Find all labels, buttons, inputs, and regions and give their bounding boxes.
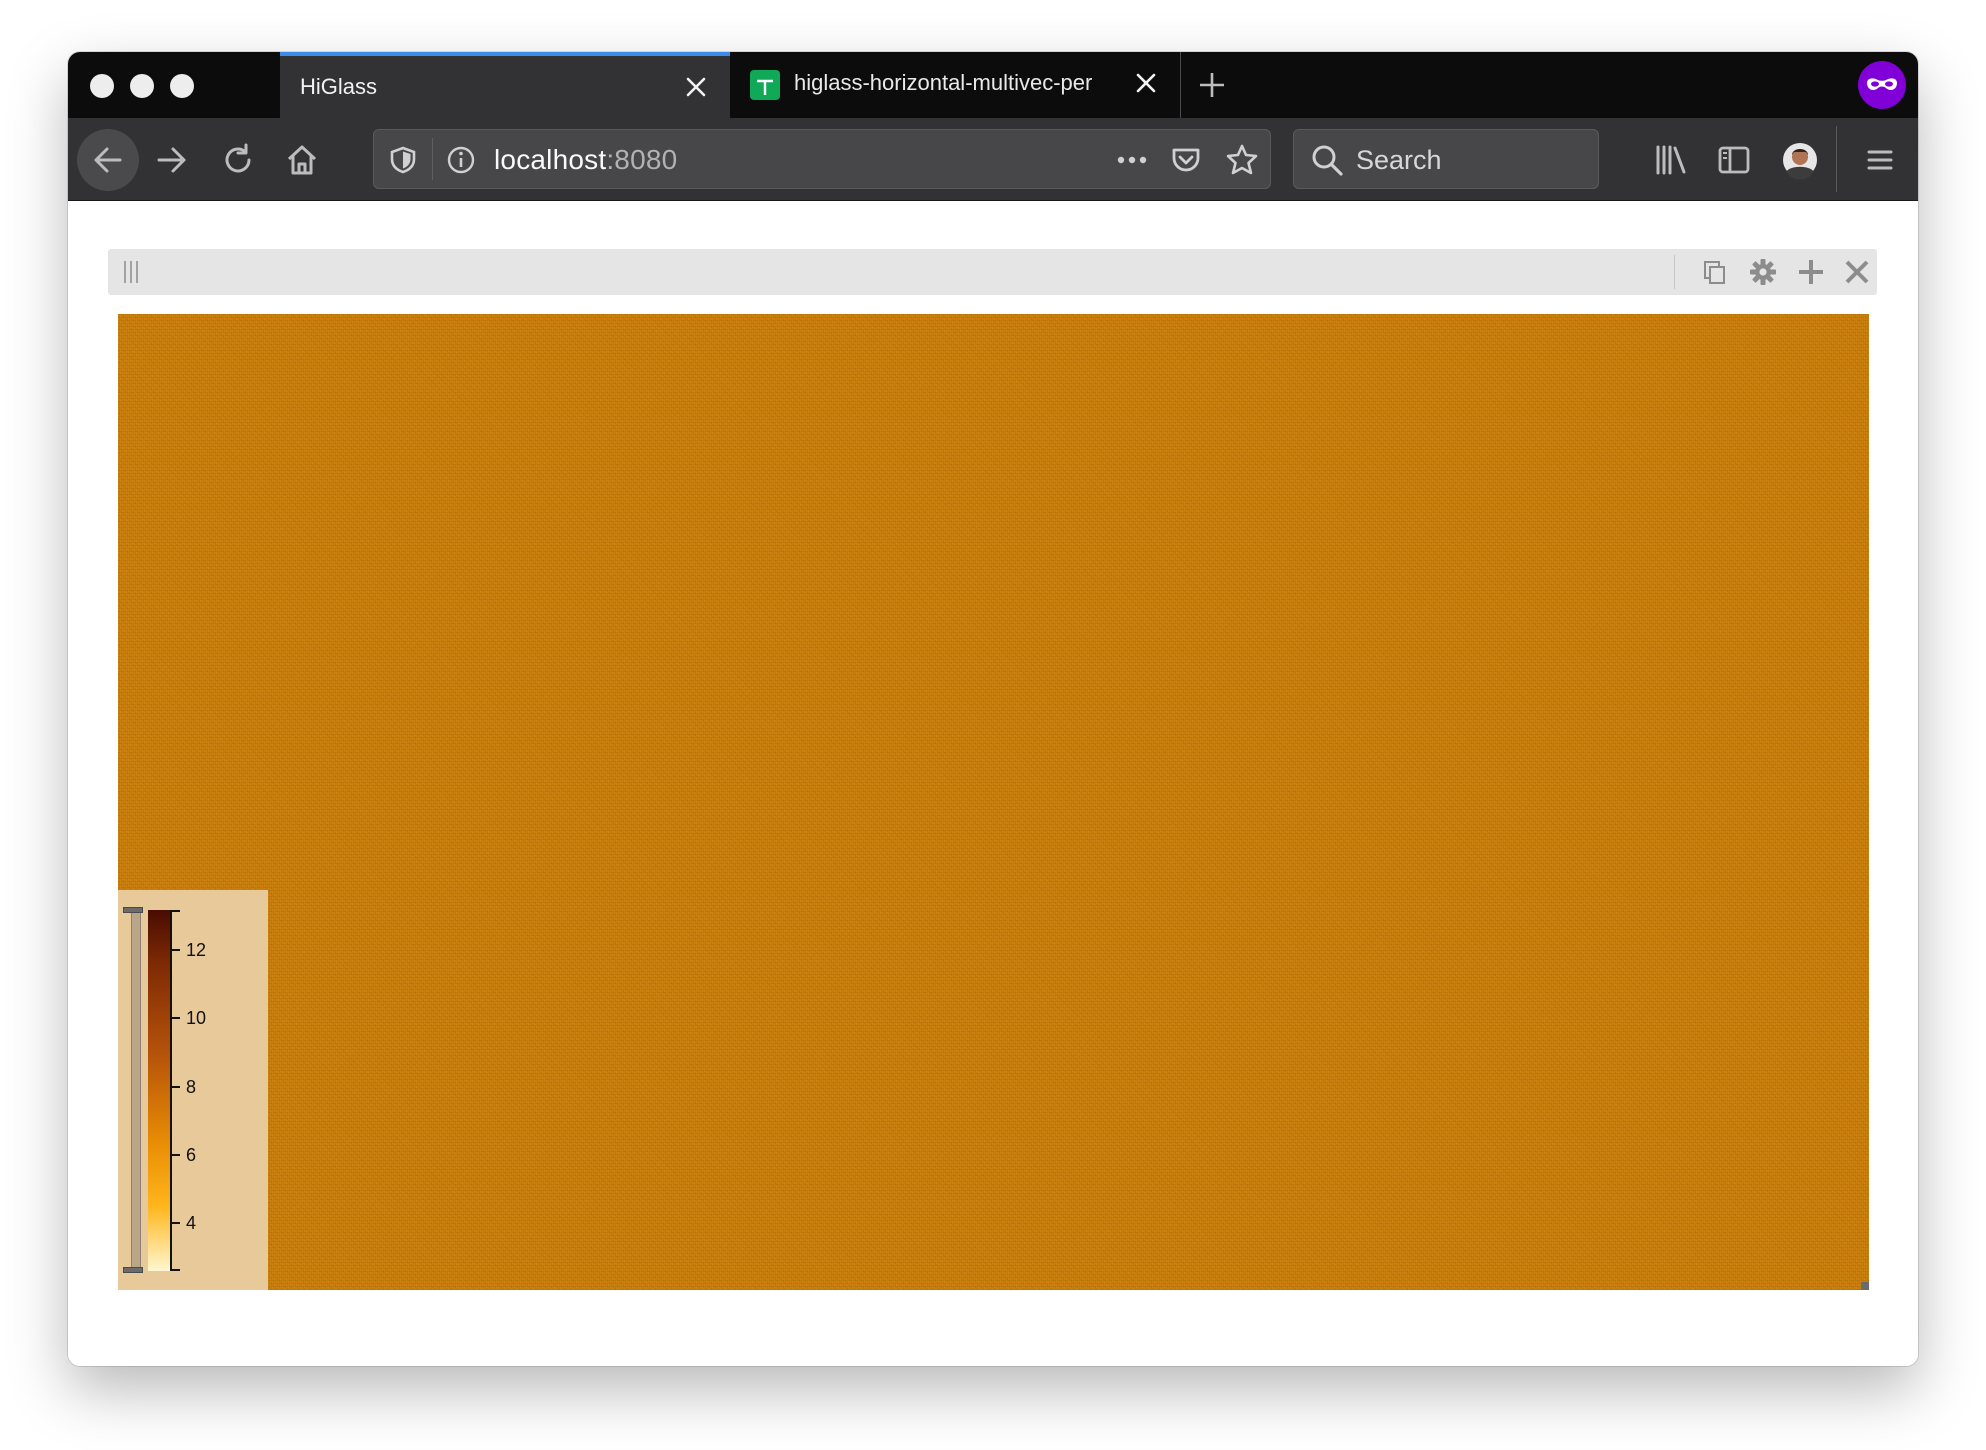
gear-icon[interactable] [1749,258,1777,286]
colorbar-tick [170,1269,180,1271]
colorbar-tick [170,1017,180,1019]
site-info-icon[interactable] [446,145,476,175]
colorbar-legend: 12 10 8 6 4 [118,890,268,1290]
multivec-heatmap-track[interactable]: 12 10 8 6 4 [118,314,1869,1290]
tab-separator [1180,52,1181,118]
copy-icon[interactable] [1702,259,1728,285]
tab-higlass[interactable]: HiGlass [280,52,730,118]
zoom-window-button[interactable] [170,74,194,98]
nav-toolbar: localhost:8080 Search [68,118,1918,201]
colorbar-max-handle[interactable] [123,907,143,913]
sidebar-toggle-icon[interactable] [1716,142,1752,178]
forward-icon[interactable] [154,142,190,178]
url-port: :8080 [606,144,678,175]
close-tab-icon[interactable] [682,73,710,101]
address-bar[interactable]: localhost:8080 [373,129,1271,189]
url-text[interactable]: localhost:8080 [494,144,677,176]
back-icon[interactable] [76,128,140,192]
urlbar-divider [432,138,433,180]
library-icon[interactable] [1653,142,1689,178]
colorbar-tick-label: 8 [186,1077,197,1097]
private-browsing-icon[interactable] [1858,61,1906,109]
colorbar-tick [170,1222,180,1224]
toolbar-divider [1836,126,1837,192]
new-tab-icon[interactable] [1196,69,1228,101]
colorbar-tick [170,1086,180,1088]
colorbar-tick [170,1154,180,1156]
close-icon[interactable] [1843,258,1871,286]
browser-window: HiGlass higlass-horizontal-multivec-per [68,52,1918,1366]
colorbar-min-handle[interactable] [123,1267,143,1273]
search-placeholder: Search [1356,145,1442,175]
colorbar-tick-label: 6 [186,1145,197,1165]
header-separator [1674,255,1675,289]
sheets-favicon-icon [750,70,780,100]
search-field[interactable]: Search [1293,129,1599,189]
drag-handle-icon[interactable] [122,260,140,284]
search-icon [1312,145,1343,176]
colorbar-tick [170,910,180,912]
colorbar-tick-label: 12 [186,940,207,960]
tracking-protection-shield-icon[interactable] [388,145,418,175]
colorbar-tick-label: 4 [186,1213,197,1233]
colorbar-tick-label: 10 [186,1008,207,1028]
colorbar-range-slider[interactable] [131,910,141,1271]
pocket-icon[interactable] [1169,143,1203,177]
page-actions-icon[interactable] [1114,146,1150,174]
home-icon[interactable] [284,142,320,178]
tab-multivec[interactable]: higlass-horizontal-multivec-per [730,52,1180,118]
bookmark-star-icon[interactable] [1224,142,1260,178]
tab-title: higlass-horizontal-multivec-per [794,70,1093,95]
close-tab-icon[interactable] [1132,69,1160,97]
url-host: localhost [494,144,607,175]
tab-title: HiGlass [300,74,378,99]
menu-icon[interactable] [1862,142,1898,178]
plus-icon[interactable] [1797,258,1825,286]
minimize-window-button[interactable] [130,74,154,98]
colorbar-tick [170,949,180,951]
page-content: 12 10 8 6 4 [68,201,1918,1366]
view-header [108,249,1877,295]
tab-strip: HiGlass higlass-horizontal-multivec-per [68,52,1918,118]
colorbar-axis [170,910,172,1271]
reload-icon[interactable] [220,142,256,178]
close-window-button[interactable] [90,74,114,98]
track-resize-handle[interactable] [1861,1282,1869,1290]
colorbar-gradient [148,910,170,1271]
account-avatar-icon[interactable] [1780,140,1820,180]
